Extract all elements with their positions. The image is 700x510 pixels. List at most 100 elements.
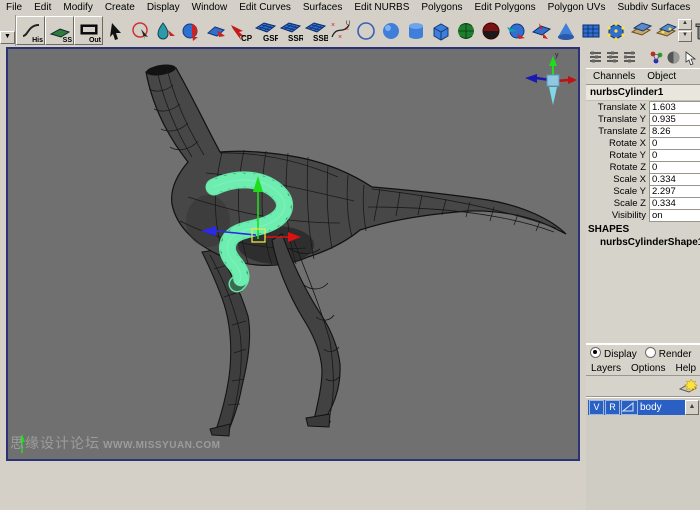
subdiv-plane2-button[interactable]: [653, 17, 678, 44]
menu-item[interactable]: Polygons: [415, 1, 468, 14]
nurbs-cube-button[interactable]: [428, 17, 453, 44]
menu-item[interactable]: Edit Curves: [233, 1, 297, 14]
shelf-scroll-down-button[interactable]: ▼: [678, 31, 692, 42]
subdiv-plane-button[interactable]: [628, 17, 653, 44]
render-radio[interactable]: Render: [645, 347, 692, 360]
move-sphere-button[interactable]: [178, 17, 203, 44]
green-sphere-icon: [455, 20, 477, 42]
wrap-sphere-button[interactable]: [528, 17, 553, 44]
shelf-tab-arrow-button[interactable]: ▼: [0, 31, 15, 44]
poly-sphere-button[interactable]: [453, 17, 478, 44]
trash-icon[interactable]: [695, 20, 700, 42]
cube-vertices-button[interactable]: [603, 17, 628, 44]
lasso-icon: [130, 20, 152, 42]
menu-item[interactable]: Edit: [28, 1, 57, 14]
menu-item[interactable]: Modify: [57, 1, 98, 14]
layer-list-scroll-up-button[interactable]: ▲: [685, 400, 699, 415]
nurbs-cylinder-button[interactable]: [403, 17, 428, 44]
plane-move-button[interactable]: [203, 17, 228, 44]
channel-box-menu-item[interactable]: Channels: [589, 71, 639, 82]
channel-attribute-value-field[interactable]: on: [649, 209, 700, 222]
history-shelf-button[interactable]: His: [16, 16, 45, 45]
tan-planes2-icon: [655, 20, 677, 42]
channel-attribute-label: Translate Y: [586, 114, 649, 125]
layer-render-toggle[interactable]: R: [605, 400, 620, 415]
layer-editor-menu-item[interactable]: Help: [672, 363, 699, 374]
menu-item[interactable]: Edit Polygons: [469, 1, 542, 14]
layer-list: V R body ▲: [586, 397, 700, 510]
hypergraph-icon[interactable]: [649, 50, 664, 65]
ssb-shelf-button[interactable]: SSB: [303, 17, 328, 44]
shelf-scroll-up-button[interactable]: ▲: [678, 19, 692, 30]
menu-item[interactable]: Subdiv Surfaces: [611, 1, 696, 14]
channel-box-menu: Channels Object: [586, 68, 700, 85]
layer-editor-menu-item[interactable]: Layers: [588, 363, 624, 374]
layer-visible-toggle[interactable]: V: [589, 400, 604, 415]
gsr-shelf-button[interactable]: GSR: [253, 17, 278, 44]
checker-sphere-button[interactable]: [478, 17, 503, 44]
channel-layout-icon-3[interactable]: [622, 50, 637, 65]
nurbs-circle-button[interactable]: [353, 17, 378, 44]
cp-shelf-button[interactable]: CP: [228, 17, 253, 44]
menu-item[interactable]: Create: [99, 1, 141, 14]
ss-shelf-button[interactable]: SS: [45, 16, 74, 45]
svg-text:SSR: SSR: [288, 34, 303, 43]
layer-row-body[interactable]: V R body: [588, 400, 686, 415]
cube-vertex-icon: [605, 20, 627, 42]
cv-curve-tool-button[interactable]: ×××U: [328, 17, 353, 44]
cv-curve-icon: ×××U: [329, 19, 353, 43]
display-radio[interactable]: Display: [590, 347, 637, 360]
menu-item[interactable]: Display: [141, 1, 186, 14]
circle-icon: [355, 20, 377, 42]
shape-node-name[interactable]: nurbsCylinderShape1: [586, 236, 700, 249]
menu-bar: FileEditModifyCreateDisplayWindowEdit Cu…: [0, 0, 700, 16]
main-area: y 思缘设计论坛 WWW.MISSYUAN.COM: [0, 46, 700, 462]
layer-mode-switch: Display Render: [586, 345, 700, 361]
shapes-section-header: SHAPES: [586, 221, 700, 236]
menu-item[interactable]: Polygon UVs: [542, 1, 612, 14]
dinosaur-mesh[interactable]: [145, 63, 566, 436]
render-radio-button[interactable]: [645, 347, 656, 358]
menu-item[interactable]: Edit NURBS: [348, 1, 415, 14]
pointer-icon[interactable]: [683, 50, 698, 65]
layer-editor-panel: Display Render Layers Options Help V R bod…: [586, 343, 700, 510]
tan-planes-icon: [630, 20, 652, 42]
ssr-shelf-button[interactable]: SSR: [278, 17, 303, 44]
cp-arrow-icon: CP: [229, 19, 253, 43]
shelf-spinner: ▲ ▼: [678, 19, 692, 42]
channel-box-object-name[interactable]: nurbsCylinder1: [586, 85, 700, 101]
select-tool-button[interactable]: [103, 17, 128, 44]
channel-attribute-label: Rotate X: [586, 138, 649, 149]
channel-layout-icon-1[interactable]: [588, 50, 603, 65]
channel-attribute-label: Scale Z: [586, 198, 649, 209]
outliner-shelf-button[interactable]: Out: [74, 16, 103, 45]
menu-item[interactable]: Window: [186, 1, 234, 14]
channel-attribute-row: Visibility on: [586, 209, 700, 221]
layer-editor-menu-item[interactable]: Options: [628, 363, 668, 374]
cone-button[interactable]: [553, 17, 578, 44]
channel-attribute-label: Scale Y: [586, 186, 649, 197]
dinosaur-model-canvas[interactable]: y: [8, 49, 578, 459]
select-arrow-icon: [105, 20, 127, 42]
paint-select-button[interactable]: [153, 17, 178, 44]
menu-item[interactable]: File: [0, 1, 28, 14]
channel-layout-icon-2[interactable]: [605, 50, 620, 65]
nurbs-sphere-button[interactable]: [378, 17, 403, 44]
menu-item[interactable]: Surfaces: [297, 1, 348, 14]
layer-name[interactable]: body: [638, 402, 662, 413]
cube-icon: [430, 20, 452, 42]
sphere-icon: [380, 20, 402, 42]
create-layer-icon[interactable]: [678, 377, 698, 395]
layer-color-swatch[interactable]: [621, 400, 638, 415]
sphere-project-button[interactable]: [503, 17, 528, 44]
perspective-viewport[interactable]: y 思缘设计论坛 WWW.MISSYUAN.COM: [6, 47, 580, 461]
menu-item[interactable]: Help: [696, 1, 700, 14]
display-radio-button[interactable]: [590, 347, 601, 358]
poly-plane-button[interactable]: [578, 17, 603, 44]
render-globe-icon[interactable]: [666, 50, 681, 65]
channel-box-menu-item[interactable]: Object: [643, 71, 680, 82]
svg-text:×: ×: [331, 22, 335, 29]
sphere-arrow-icon: [505, 20, 527, 42]
watermark-chinese: 思缘设计论坛: [10, 435, 100, 451]
lasso-tool-button[interactable]: [128, 17, 153, 44]
